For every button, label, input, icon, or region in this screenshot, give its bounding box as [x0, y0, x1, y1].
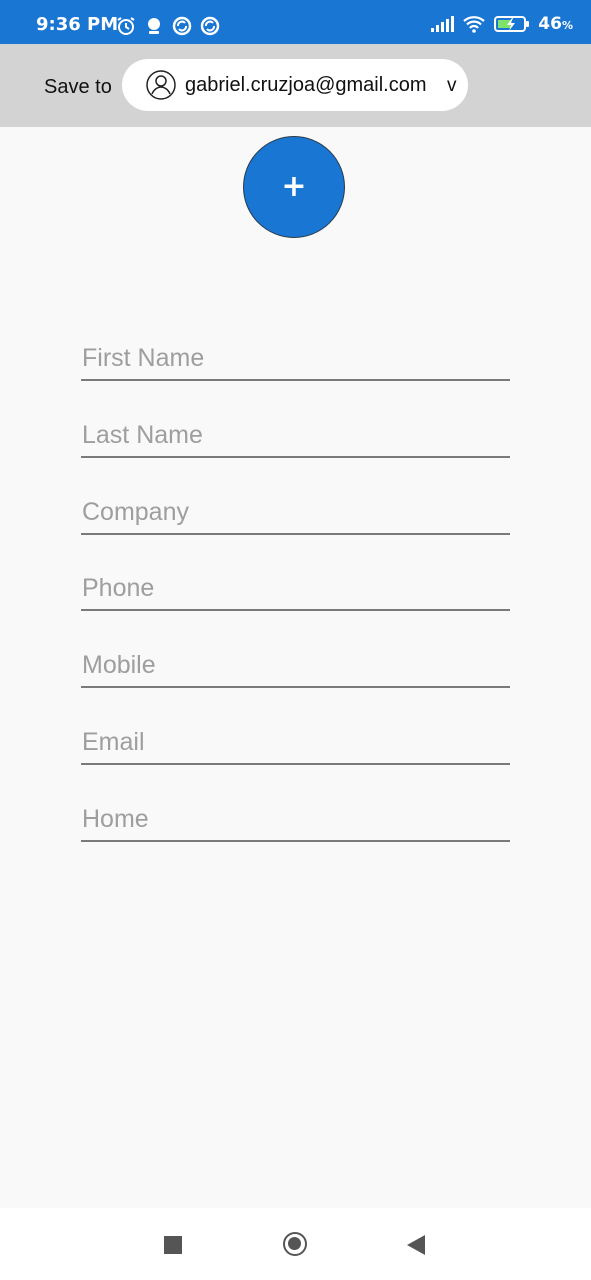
alarm-icon — [117, 17, 135, 35]
save-to-label: Save to — [44, 76, 112, 98]
notification-icon — [148, 18, 160, 34]
add-photo-button[interactable]: + — [243, 136, 345, 238]
mobile-field — [81, 644, 510, 688]
account-email: gabriel.cruzjoa@gmail.com — [185, 74, 427, 96]
phone-field — [81, 567, 510, 611]
wifi-icon — [463, 16, 486, 33]
home-field — [81, 798, 510, 842]
phone-input[interactable] — [82, 573, 502, 603]
company-input[interactable] — [82, 497, 502, 527]
first-name-field — [81, 337, 510, 381]
email-field — [81, 721, 510, 765]
navigation-bar — [0, 1208, 591, 1280]
last-name-field — [81, 414, 510, 458]
battery-charging-icon — [494, 16, 530, 32]
account-avatar-icon — [146, 70, 176, 100]
recent-apps-icon[interactable] — [164, 1236, 182, 1254]
account-selector[interactable]: gabriel.cruzjoa@gmail.com v — [122, 59, 468, 111]
first-name-input[interactable] — [82, 343, 502, 373]
plus-icon: + — [281, 168, 307, 204]
status-time: 9:36 PM — [36, 14, 119, 35]
status-icons-left — [116, 16, 220, 36]
status-bar: 9:36 PM 46% — [0, 0, 591, 44]
signal-icon — [431, 16, 455, 32]
chevron-down-icon: v — [447, 75, 457, 96]
back-icon[interactable] — [407, 1235, 425, 1255]
save-to-bar: Save to gabriel.cruzjoa@gmail.com v — [0, 44, 591, 127]
mobile-input[interactable] — [82, 650, 502, 680]
home-input[interactable] — [82, 804, 502, 834]
last-name-input[interactable] — [82, 420, 502, 450]
sync-icon — [200, 16, 220, 36]
status-icons-right: 46% — [430, 14, 573, 34]
company-field — [81, 491, 510, 535]
home-icon[interactable] — [283, 1232, 307, 1256]
battery-level: 46% — [538, 14, 573, 34]
sync-icon — [172, 16, 192, 36]
email-input[interactable] — [82, 727, 502, 757]
